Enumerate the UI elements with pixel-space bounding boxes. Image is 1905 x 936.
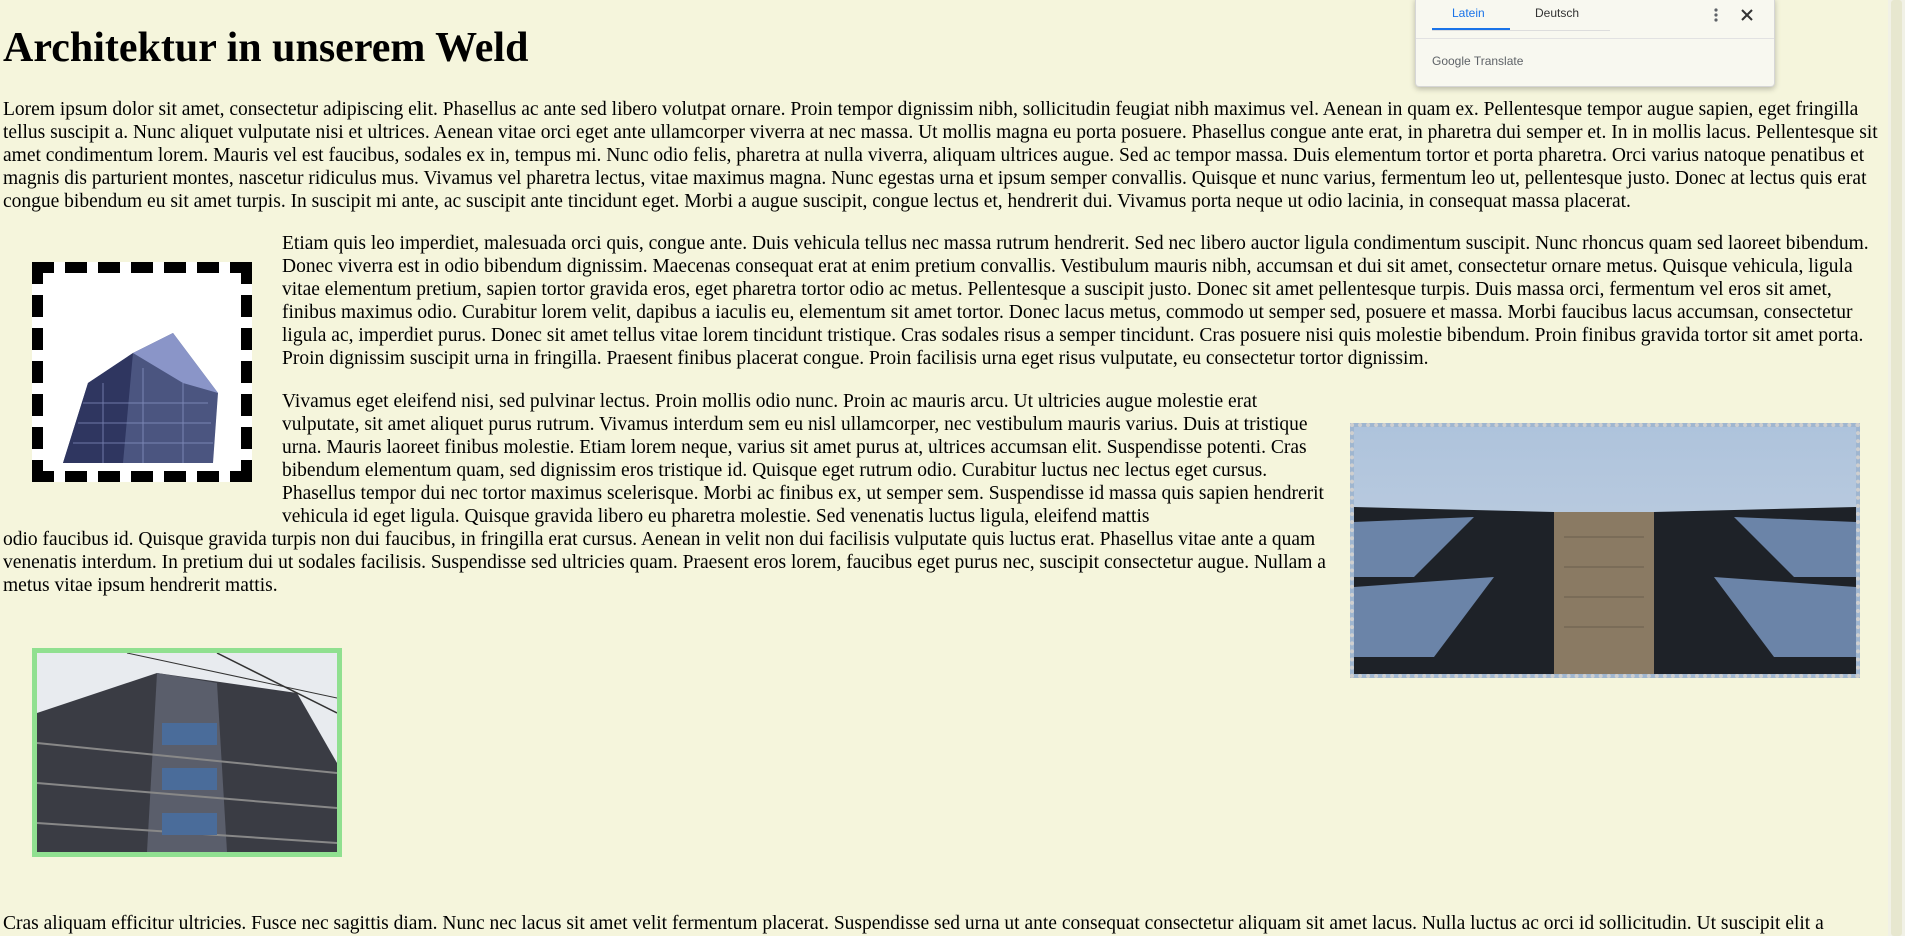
image-corner-building	[32, 648, 342, 857]
page: Architektur in unserem Weld Lorem ipsum …	[0, 0, 1905, 936]
paragraph-3-continued: odio faucibus id. Quisque gravida turpis…	[3, 529, 1326, 596]
tab-latin[interactable]: Latein	[1452, 6, 1485, 28]
translate-tabs: Latein Deutsch	[1432, 0, 1610, 31]
translate-separator	[1416, 38, 1774, 39]
paragraph-4: Cras aliquam efficitur ultricies. Fusce …	[3, 913, 1824, 934]
google-translate-logo: Google Translate	[1432, 54, 1523, 68]
paragraph-2: Etiam quis leo imperdiet, malesuada orci…	[282, 233, 1869, 369]
image-building-facade	[1350, 423, 1860, 678]
brand-google: Google	[1432, 54, 1471, 68]
close-icon[interactable]	[1738, 6, 1756, 24]
translate-widget: Latein Deutsch Google Translate	[1415, 0, 1775, 87]
page-title: Architektur in unserem Weld	[3, 25, 529, 71]
tab-german[interactable]: Deutsch	[1535, 6, 1579, 28]
paragraph-3: Vivamus eget eleifend nisi, sed pulvinar…	[3, 390, 1326, 597]
more-vert-icon[interactable]	[1707, 6, 1725, 24]
paragraph-1: Lorem ipsum dolor sit amet, consectetur …	[3, 99, 1878, 212]
brand-translate: Translate	[1473, 54, 1524, 68]
active-tab-indicator	[1432, 28, 1510, 30]
paragraph-3-indented: Vivamus eget eleifend nisi, sed pulvinar…	[282, 391, 1324, 527]
scrollbar-thumb[interactable]	[1891, 0, 1902, 936]
